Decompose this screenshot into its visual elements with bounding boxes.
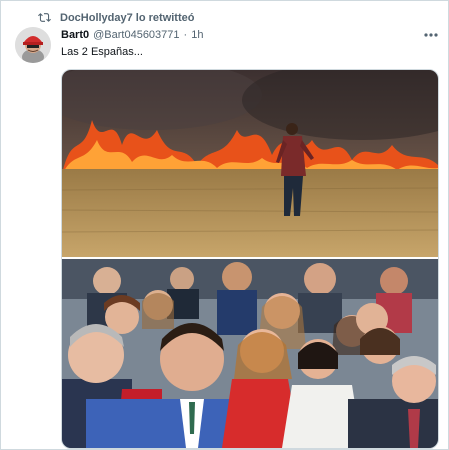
retweet-context[interactable]: DocHollyday7 lo retwitteó (38, 11, 194, 24)
display-name[interactable]: Bart0 (61, 29, 89, 41)
separator-dot: · (183, 29, 188, 41)
tweet-text: Las 2 Españas... (61, 46, 143, 58)
timestamp[interactable]: 1h (191, 29, 203, 41)
field-fire-photo[interactable] (62, 70, 438, 257)
media-grid[interactable] (61, 69, 439, 449)
avatar[interactable] (15, 27, 51, 63)
tweet-header: Bart0 @Bart045603771 · 1h (61, 29, 203, 41)
group-selfie-photo[interactable] (62, 259, 438, 448)
retweet-label: DocHollyday7 lo retwitteó (60, 11, 195, 24)
more-dots-icon[interactable] (423, 32, 439, 38)
tweet-card[interactable]: DocHollyday7 lo retwitteó Bart0 @Bart045… (0, 0, 449, 450)
avatar-image (15, 27, 51, 63)
retweet-icon (38, 13, 51, 22)
user-handle[interactable]: @Bart045603771 (93, 29, 179, 41)
